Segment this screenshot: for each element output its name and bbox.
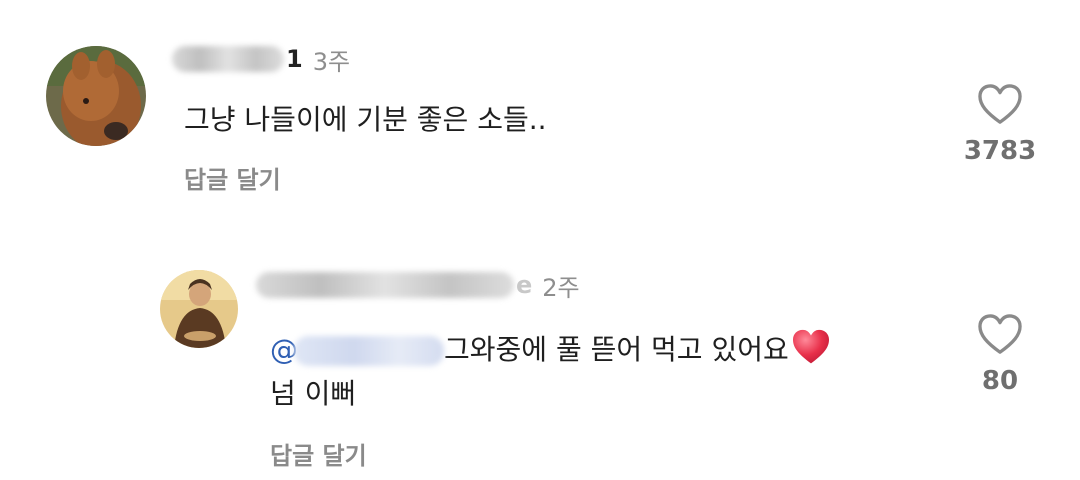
red-heart-emoji-icon [792,329,829,364]
username-redacted[interactable] [256,272,514,298]
like-control: 80 [950,314,1050,396]
comment-text: 그냥 나들이에 기분 좋은 소들.. [184,103,547,136]
comment-text-line1: 그와중에 풀 뜯어 먹고 있어요 [444,333,789,366]
username-tail[interactable]: e [516,271,532,299]
username-tail[interactable]: 1 [286,45,303,73]
person-photo-avatar-icon [160,270,238,348]
heart-outline-icon[interactable] [977,84,1023,126]
comment-header: 1 3주 [172,42,350,76]
reply-button[interactable]: 답글 달기 [270,436,367,471]
heart-outline-icon[interactable] [977,314,1023,356]
comment-text: @ 그와중에 풀 뜯어 먹고 있어요 넘 이뻐 [270,328,831,416]
comment-header: e 2주 [256,268,580,302]
commenter-avatar[interactable] [46,46,146,146]
mention-link[interactable]: @ [270,333,444,366]
username-redacted[interactable] [172,46,284,72]
commenter-avatar[interactable] [160,270,238,348]
like-count: 3783 [963,136,1037,166]
comment-1: 1 3주 그냥 나들이에 기분 좋은 소들.. 답글 달기 3783 [0,0,1080,220]
comment-text-line2: 넘 이뻐 [270,377,357,410]
alpaca-photo-avatar-icon [46,46,146,146]
like-control: 3783 [950,84,1050,166]
comment-timestamp: 2주 [542,273,580,302]
comment-2: e 2주 @ 그와중에 풀 뜯어 먹고 있어요 넘 이뻐 답글 달기 80 [0,240,1080,480]
comment-timestamp: 3주 [312,47,351,76]
reply-button[interactable]: 답글 달기 [184,160,281,195]
like-count: 80 [981,366,1019,396]
mention-redacted[interactable] [294,336,444,366]
